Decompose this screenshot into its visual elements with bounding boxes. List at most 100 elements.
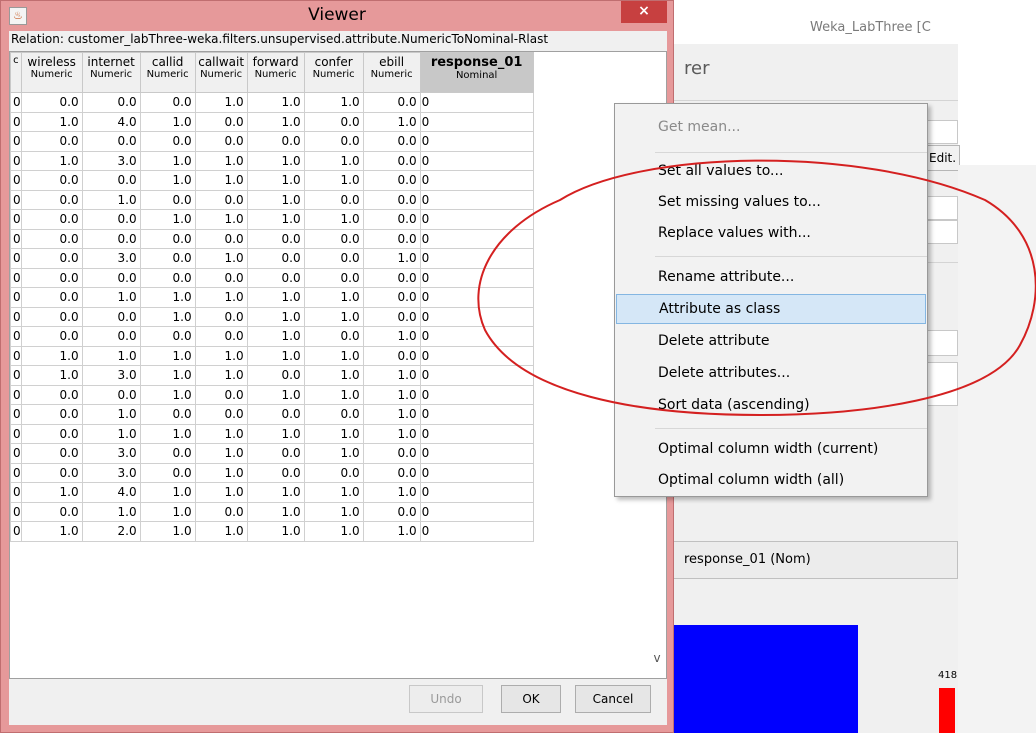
- table-cell[interactable]: 1.0: [139, 501, 196, 522]
- table-cell[interactable]: 0.0: [139, 92, 196, 113]
- table-cell[interactable]: 1.0: [303, 443, 364, 464]
- table-cell[interactable]: 1.0: [246, 384, 305, 405]
- table-cell[interactable]: 0.0: [246, 404, 305, 425]
- table-cell[interactable]: 0: [419, 209, 534, 230]
- table-row[interactable]: 0 1.0 4.0 1.0 1.0 1.0 1.0 1.0 0: [10, 482, 534, 503]
- table-cell[interactable]: 0.0: [81, 384, 141, 405]
- table-cell[interactable]: 1.0: [194, 482, 248, 503]
- menu-item-optimal-width-all[interactable]: Optimal column width (all): [616, 465, 926, 495]
- table-cell[interactable]: 1.0: [194, 209, 248, 230]
- column-header-response_01[interactable]: response_01 Nominal: [419, 52, 534, 93]
- menu-item-delete-attributes[interactable]: Delete attributes...: [616, 358, 926, 388]
- table-row[interactable]: 0 0.0 0.0 0.0 0.0 0.0 0.0 0.0 0: [10, 267, 534, 288]
- table-cell[interactable]: 0.0: [194, 384, 248, 405]
- menu-item-sort-data[interactable]: Sort data (ascending): [616, 390, 926, 420]
- table-cell[interactable]: 0: [10, 462, 22, 483]
- table-cell[interactable]: 0.0: [139, 131, 196, 152]
- table-cell[interactable]: 3.0: [81, 248, 141, 269]
- table-cell[interactable]: 0.0: [139, 228, 196, 249]
- table-cell[interactable]: 0: [10, 209, 22, 230]
- table-cell[interactable]: 0: [10, 345, 22, 366]
- table-row[interactable]: 0 1.0 2.0 1.0 1.0 1.0 1.0 1.0 0: [10, 521, 534, 542]
- table-cell[interactable]: 1.0: [246, 209, 305, 230]
- table-cell[interactable]: 0.0: [194, 111, 248, 132]
- table-cell[interactable]: 0: [419, 92, 534, 113]
- table-cell[interactable]: 1.0: [139, 209, 196, 230]
- table-cell[interactable]: 1.0: [139, 287, 196, 308]
- table-cell[interactable]: 0.0: [194, 267, 248, 288]
- table-row[interactable]: 0 0.0 0.0 1.0 0.0 1.0 1.0 1.0 0: [10, 384, 534, 405]
- table-cell[interactable]: 1.0: [303, 170, 364, 191]
- table-cell[interactable]: 0.0: [81, 326, 141, 347]
- table-cell[interactable]: 0.0: [362, 209, 421, 230]
- table-cell[interactable]: 1.0: [362, 404, 421, 425]
- table-cell[interactable]: 0.0: [20, 287, 83, 308]
- table-cell[interactable]: 0: [419, 150, 534, 171]
- menu-item-set-all-values[interactable]: Set all values to...: [616, 156, 926, 186]
- table-cell[interactable]: 0.0: [20, 501, 83, 522]
- table-cell[interactable]: 1.0: [139, 365, 196, 386]
- table-cell[interactable]: 0.0: [303, 462, 364, 483]
- table-cell[interactable]: 0.0: [194, 404, 248, 425]
- table-cell[interactable]: 1.0: [303, 384, 364, 405]
- table-cell[interactable]: 0.0: [303, 326, 364, 347]
- table-cell[interactable]: 1.0: [194, 521, 248, 542]
- table-cell[interactable]: 1.0: [303, 150, 364, 171]
- table-cell[interactable]: 1.0: [303, 92, 364, 113]
- table-cell[interactable]: 1.0: [246, 345, 305, 366]
- table-cell[interactable]: 0: [10, 443, 22, 464]
- table-cell[interactable]: 0: [10, 228, 22, 249]
- table-cell[interactable]: 3.0: [81, 462, 141, 483]
- table-cell[interactable]: 1.0: [246, 111, 305, 132]
- table-cell[interactable]: 0: [10, 521, 22, 542]
- table-cell[interactable]: 0.0: [81, 92, 141, 113]
- table-cell[interactable]: 0: [10, 384, 22, 405]
- table-cell[interactable]: 0.0: [139, 462, 196, 483]
- menu-item-optimal-width-current[interactable]: Optimal column width (current): [616, 434, 926, 464]
- table-cell[interactable]: 1.0: [81, 345, 141, 366]
- table-cell[interactable]: 0: [10, 150, 22, 171]
- undo-button[interactable]: Undo: [409, 685, 483, 713]
- table-cell[interactable]: 1.0: [246, 501, 305, 522]
- viewer-titlebar[interactable]: ♨ Viewer ×: [1, 1, 673, 31]
- table-cell[interactable]: 1.0: [81, 287, 141, 308]
- table-row[interactable]: 0 0.0 0.0 0.0 0.0 0.0 0.0 0.0 0: [10, 131, 534, 152]
- table-cell[interactable]: 1.0: [362, 326, 421, 347]
- table-cell[interactable]: 0: [419, 365, 534, 386]
- table-cell[interactable]: 1.0: [20, 365, 83, 386]
- table-cell[interactable]: 0.0: [20, 228, 83, 249]
- table-cell[interactable]: 0.0: [362, 92, 421, 113]
- table-cell[interactable]: 1.0: [139, 423, 196, 444]
- table-cell[interactable]: 0.0: [20, 384, 83, 405]
- table-cell[interactable]: 0: [10, 365, 22, 386]
- table-cell[interactable]: 0: [10, 482, 22, 503]
- table-cell[interactable]: 1.0: [246, 170, 305, 191]
- menu-item-attribute-as-class[interactable]: Attribute as class: [616, 294, 926, 324]
- table-cell[interactable]: 0.0: [362, 170, 421, 191]
- table-cell[interactable]: 0: [419, 521, 534, 542]
- column-header-index[interactable]: c: [10, 52, 22, 93]
- table-cell[interactable]: 0: [419, 501, 534, 522]
- table-cell[interactable]: 1.0: [303, 306, 364, 327]
- table-row[interactable]: 0 0.0 0.0 1.0 0.0 1.0 1.0 0.0 0: [10, 306, 534, 327]
- table-cell[interactable]: 1.0: [194, 92, 248, 113]
- scroll-down-icon[interactable]: v: [649, 651, 665, 675]
- table-cell[interactable]: 1.0: [81, 501, 141, 522]
- table-cell[interactable]: 0.0: [362, 306, 421, 327]
- table-cell[interactable]: 0.0: [194, 228, 248, 249]
- table-cell[interactable]: 0.0: [194, 306, 248, 327]
- table-cell[interactable]: 1.0: [139, 521, 196, 542]
- table-cell[interactable]: 0: [10, 423, 22, 444]
- table-row[interactable]: 0 0.0 0.0 0.0 0.0 0.0 0.0 0.0 0: [10, 228, 534, 249]
- close-button[interactable]: ×: [621, 1, 667, 23]
- table-cell[interactable]: 1.0: [139, 384, 196, 405]
- table-cell[interactable]: 0.0: [139, 443, 196, 464]
- table-row[interactable]: 0 0.0 0.0 1.0 1.0 1.0 1.0 0.0 0: [10, 170, 534, 191]
- table-cell[interactable]: 0.0: [246, 443, 305, 464]
- table-cell[interactable]: 0.0: [362, 131, 421, 152]
- table-cell[interactable]: 1.0: [246, 326, 305, 347]
- table-cell[interactable]: 1.0: [303, 501, 364, 522]
- table-cell[interactable]: 0.0: [303, 131, 364, 152]
- table-cell[interactable]: 0.0: [194, 501, 248, 522]
- table-cell[interactable]: 0.0: [81, 131, 141, 152]
